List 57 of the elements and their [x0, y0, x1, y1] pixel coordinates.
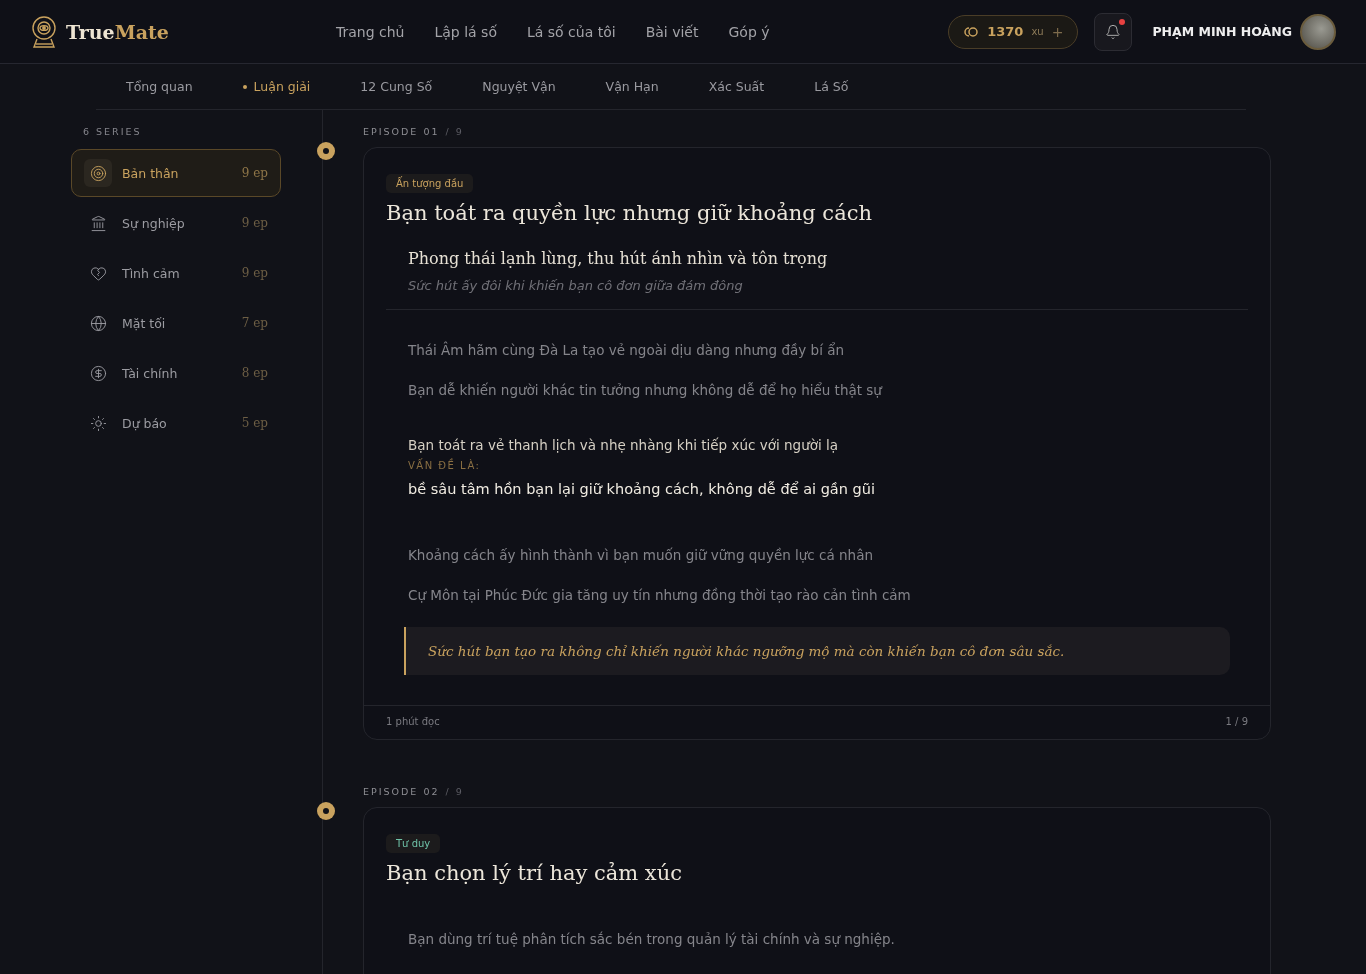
- brand-name: TrueMate: [66, 20, 169, 43]
- quote-block: Sức hút bạn tạo ra không chỉ khiến người khác ngưỡng mộ mà còn khiến bạn cô đơn sâu sắc.: [404, 627, 1230, 675]
- series-item[interactable]: Tài chính 8 ep: [71, 349, 281, 397]
- body-text: Thái Âm hãm cùng Đà La tạo vẻ ngoài dịu dàng nhưng đầy bí ẩn: [408, 340, 846, 360]
- episode-total: / 9: [445, 786, 464, 797]
- heart-icon: [89, 264, 107, 282]
- episode-label: EPISODE 02: [363, 786, 440, 797]
- notifications-button[interactable]: [1094, 12, 1133, 51]
- emphasis-text: bề sâu tâm hồn bạn lại giữ khoảng cách, không dễ để ai gần gũi: [408, 480, 876, 499]
- series-item[interactable]: Bản thân 9 ep: [71, 149, 281, 197]
- series-item[interactable]: Dự báo 5 ep: [71, 399, 281, 447]
- body-text: Cự Môn tại Phúc Đức gia tăng uy tín nhưng đồng thời tạo rào cản tình cảm: [408, 586, 912, 605]
- tab[interactable]: 12 Cung Số: [360, 75, 433, 98]
- episode-title: Bạn toát ra quyền lực nhưng giữ khoảng cách: [386, 201, 873, 225]
- nav-link[interactable]: Lá số của tôi: [527, 23, 616, 40]
- nav-link[interactable]: Bài viết: [645, 23, 699, 40]
- timeline-dot: [317, 142, 335, 160]
- read-time: 1 phút đọc: [386, 716, 440, 727]
- body-text: Bạn dùng trí tuệ phân tích sắc bén trong quản lý tài chính và sự nghiệp.: [408, 930, 896, 949]
- episode-title: Bạn chọn lý trí hay cảm xúc: [386, 861, 683, 885]
- series-item[interactable]: Sự nghiệp 9 ep: [71, 199, 281, 247]
- episode-subtitle: Phong thái lạnh lùng, thu hút ánh nhìn và tôn trọng: [408, 249, 829, 268]
- avatar[interactable]: [1300, 13, 1336, 50]
- timeline-dot: [317, 802, 335, 820]
- nav-link[interactable]: Góp ý: [728, 23, 770, 40]
- series-heading: 6 SERIES: [82, 126, 143, 137]
- sun-icon: [89, 414, 107, 432]
- logo-icon: [30, 14, 58, 49]
- episode-tag: Ấn tượng đầu: [386, 174, 474, 193]
- nav-link[interactable]: Trang chủ: [336, 23, 405, 40]
- coin-icon: [963, 25, 980, 38]
- section-label: VẤN ĐỀ LÀ:: [408, 460, 482, 471]
- body-text: Khoảng cách ấy hình thành vì bạn muốn giữ vững quyền lực cá nhân: [408, 546, 874, 565]
- body-text: Bạn dễ khiến người khác tin tưởng nhưng không dễ để họ hiểu thật sự: [408, 381, 884, 400]
- nav-link[interactable]: Lập lá số: [434, 23, 497, 40]
- tab[interactable]: Tổng quan: [126, 75, 193, 98]
- bell-icon: [1105, 23, 1122, 40]
- series-item[interactable]: Mặt tối 7 ep: [71, 299, 281, 347]
- tab[interactable]: Luận giải: [242, 75, 311, 98]
- lead-text: Bạn toát ra vẻ thanh lịch và nhẹ nhàng khi tiếp xúc với người lạ: [408, 436, 840, 455]
- dollar-icon: [89, 364, 107, 382]
- tab[interactable]: Lá Số: [814, 75, 849, 98]
- tab[interactable]: Xác Suất: [708, 75, 765, 98]
- tab[interactable]: Vận Hạn: [605, 75, 659, 98]
- target-icon: [89, 164, 107, 182]
- page-counter: 1 / 9: [1225, 716, 1248, 727]
- episode-label: EPISODE 01: [363, 126, 440, 137]
- user-name: PHẠM MINH HOÀNG: [1152, 24, 1292, 39]
- tab[interactable]: Nguyệt Vận: [482, 75, 556, 98]
- series-item[interactable]: Tình cảm 9 ep: [71, 249, 281, 297]
- episode-total: / 9: [445, 126, 464, 137]
- building-icon: [89, 214, 107, 232]
- episode-tag: Tư duy: [386, 834, 441, 853]
- coin-amount: 1370: [987, 24, 1024, 39]
- episode-caption: Sức hút ấy đôi khi khiến bạn cô đơn giữa đám đông: [408, 278, 744, 293]
- coin-unit: xu: [1031, 26, 1044, 37]
- globe-icon: [89, 314, 107, 332]
